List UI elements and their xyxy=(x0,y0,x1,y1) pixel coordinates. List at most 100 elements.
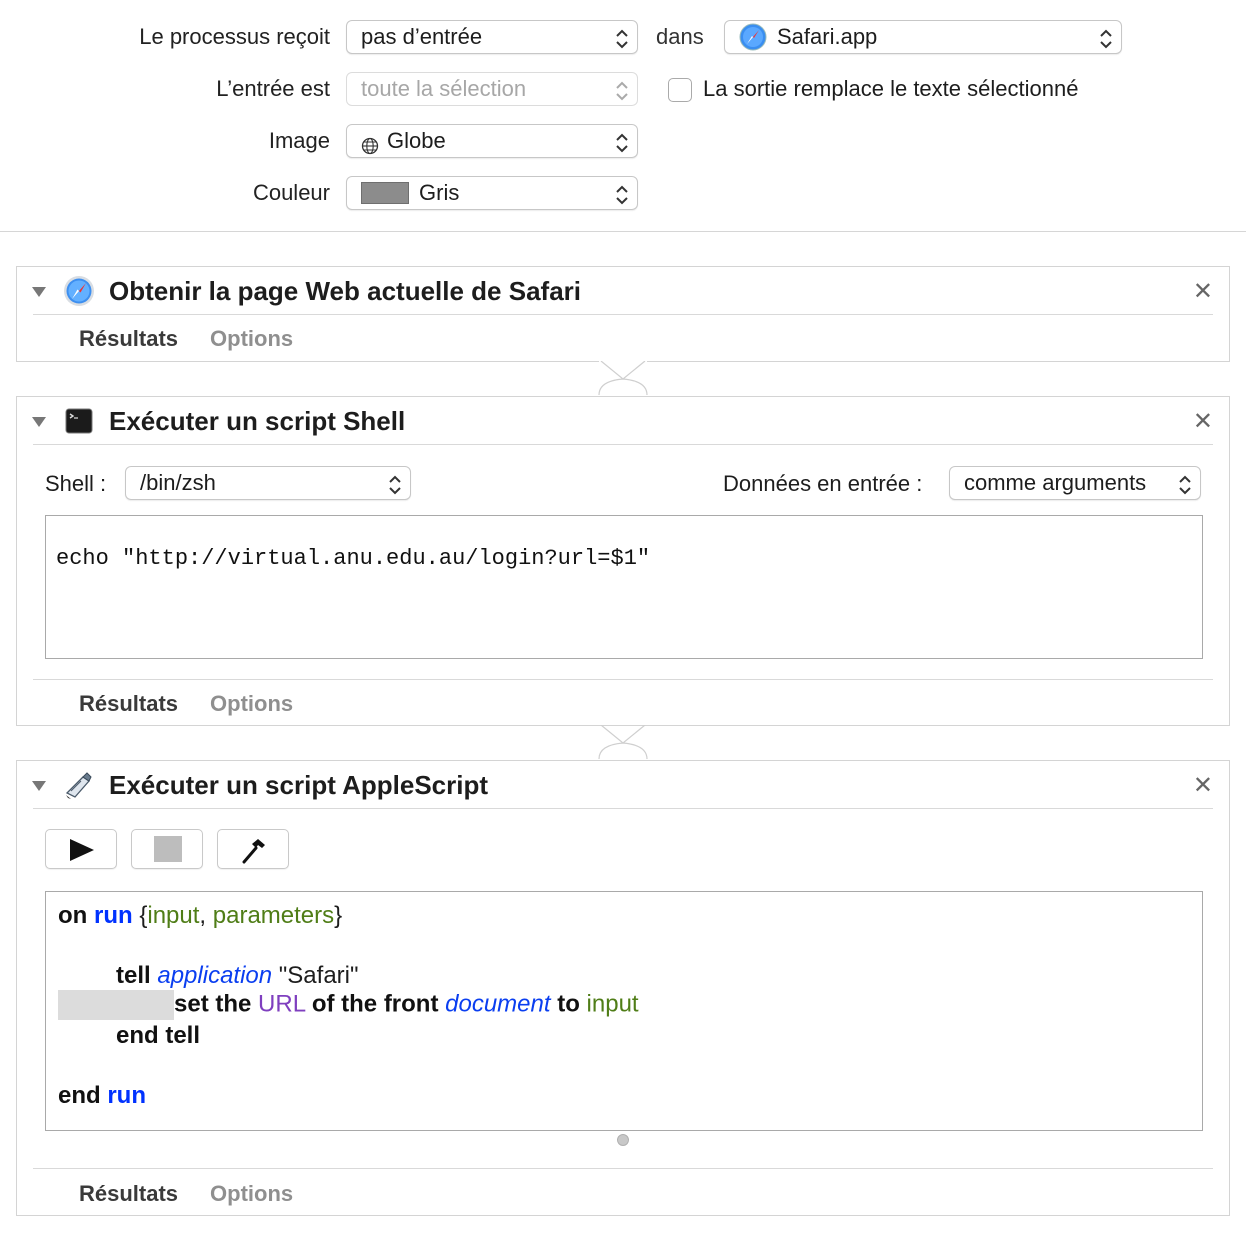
hammer-icon xyxy=(240,836,268,869)
selection-highlight xyxy=(58,990,174,1020)
close-icon[interactable]: ✕ xyxy=(1193,277,1213,306)
divider xyxy=(33,808,1213,809)
code-token: } xyxy=(334,902,343,929)
image-value: Globe xyxy=(387,128,446,153)
safari-icon xyxy=(63,275,95,307)
code-token: parameters xyxy=(212,902,335,929)
code-token: input xyxy=(586,990,639,1018)
disclosure-triangle-icon[interactable] xyxy=(31,415,47,433)
code-token: to xyxy=(557,990,580,1018)
applescript-editor[interactable]: on run {input, parameters} tell applicat… xyxy=(45,891,1203,1131)
color-swatch xyxy=(361,182,409,204)
color-value: Gris xyxy=(419,180,460,205)
code-token: end tell xyxy=(116,1022,201,1049)
code-token: URL xyxy=(258,990,306,1018)
action-header: Exécuter un script Shell ✕ xyxy=(17,397,1229,445)
tab-options[interactable]: Options xyxy=(210,1181,293,1207)
code-line-1: on run {input, parameters} xyxy=(58,902,342,930)
input-is-value: toute la sélection xyxy=(361,76,527,101)
shell-popup[interactable]: /bin/zsh xyxy=(125,466,411,500)
tab-results[interactable]: Résultats xyxy=(79,691,178,717)
replace-output-checkbox[interactable] xyxy=(668,78,692,102)
image-label: Image xyxy=(268,128,330,153)
tab-options[interactable]: Options xyxy=(210,691,293,717)
chevron-updown-icon xyxy=(1178,473,1192,495)
code-token: , xyxy=(199,902,213,929)
input-is-label: L’entrée est xyxy=(216,76,330,101)
code-token: end xyxy=(58,1082,101,1109)
action-header: Exécuter un script AppleScript ✕ xyxy=(17,761,1229,809)
resize-handle[interactable] xyxy=(617,1134,629,1146)
code-token: document xyxy=(445,990,551,1018)
divider xyxy=(33,314,1213,315)
terminal-icon xyxy=(63,405,95,437)
color-popup[interactable]: Gris xyxy=(346,176,638,210)
action-tabs: Résultats Options xyxy=(79,326,293,352)
input-data-popup[interactable]: comme arguments xyxy=(949,466,1201,500)
divider xyxy=(33,444,1213,445)
chevron-updown-icon xyxy=(615,131,629,153)
chevron-updown-icon xyxy=(615,27,629,49)
action-title: Exécuter un script Shell xyxy=(109,406,406,436)
code-token: run xyxy=(94,902,133,929)
action-header: Obtenir la page Web actuelle de Safari ✕ xyxy=(17,267,1229,315)
code-token: "Safari" xyxy=(278,962,359,989)
play-icon xyxy=(68,838,96,867)
input-type-popup[interactable]: pas d’entrée xyxy=(346,20,638,54)
tab-options[interactable]: Options xyxy=(210,326,293,352)
input-type-value: pas d’entrée xyxy=(361,24,483,49)
image-popup[interactable]: Globe xyxy=(346,124,638,158)
receives-label: Le processus reçoit xyxy=(139,24,330,49)
tab-results[interactable]: Résultats xyxy=(79,326,178,352)
divider xyxy=(33,679,1213,680)
input-is-popup[interactable]: toute la sélection xyxy=(346,72,638,106)
disclosure-triangle-icon[interactable] xyxy=(31,285,47,303)
code-token: tell xyxy=(116,962,151,989)
code-token: input xyxy=(147,902,200,929)
code-token: on xyxy=(58,902,88,929)
workflow-settings: Le processus reçoit pas d’entrée dans Sa… xyxy=(0,0,1246,232)
action-connector xyxy=(597,724,649,761)
code-line-5: end run xyxy=(58,1082,146,1110)
replace-output-label[interactable]: La sortie remplace le texte sélectionné xyxy=(703,76,1078,102)
chevron-updown-icon xyxy=(615,183,629,205)
action-connector xyxy=(597,360,649,397)
stop-icon xyxy=(154,836,182,862)
compile-button[interactable] xyxy=(217,829,289,869)
code-token: application xyxy=(157,962,273,989)
close-icon[interactable]: ✕ xyxy=(1193,407,1213,436)
safari-icon xyxy=(739,23,767,51)
action-run-applescript: Exécuter un script AppleScript ✕ on run … xyxy=(16,760,1230,1216)
tab-results[interactable]: Résultats xyxy=(79,1181,178,1207)
shell-value: /bin/zsh xyxy=(140,470,216,495)
script-editor-icon xyxy=(63,769,95,801)
chevron-updown-icon xyxy=(388,473,402,495)
disclosure-triangle-icon[interactable] xyxy=(31,779,47,797)
globe-icon xyxy=(361,132,379,155)
chevron-updown-icon xyxy=(1099,27,1113,49)
code-token: of the front xyxy=(311,990,439,1018)
chevron-updown-icon xyxy=(615,79,629,101)
code-line-3: set the URL of the front document to inp… xyxy=(58,990,639,1020)
shell-label: Shell : xyxy=(45,471,107,496)
action-run-shell-script: Exécuter un script Shell ✕ Shell : /bin/… xyxy=(16,396,1230,726)
input-data-value: comme arguments xyxy=(964,470,1147,495)
action-title: Exécuter un script AppleScript xyxy=(109,770,489,800)
stop-button[interactable] xyxy=(131,829,203,869)
run-button[interactable] xyxy=(45,829,117,869)
shell-script-editor[interactable]: echo "http://virtual.anu.edu.au/login?ur… xyxy=(45,515,1203,659)
action-tabs: Résultats Options xyxy=(79,691,293,717)
code-token: run xyxy=(107,1082,147,1109)
action-tabs: Résultats Options xyxy=(79,1181,293,1207)
action-title: Obtenir la page Web actuelle de Safari xyxy=(109,276,581,306)
close-icon[interactable]: ✕ xyxy=(1193,771,1213,800)
code-line-2: tell application "Safari" xyxy=(116,962,359,990)
color-label: Couleur xyxy=(252,180,330,205)
action-get-safari-page: Obtenir la page Web actuelle de Safari ✕… xyxy=(16,266,1230,362)
in-label: dans xyxy=(656,24,704,49)
shell-script-text: echo "http://virtual.anu.edu.au/login?ur… xyxy=(56,546,651,571)
application-popup[interactable]: Safari.app xyxy=(724,20,1122,54)
application-value: Safari.app xyxy=(777,24,878,49)
code-token: set the xyxy=(174,990,252,1018)
input-data-label: Données en entrée : xyxy=(723,471,923,496)
